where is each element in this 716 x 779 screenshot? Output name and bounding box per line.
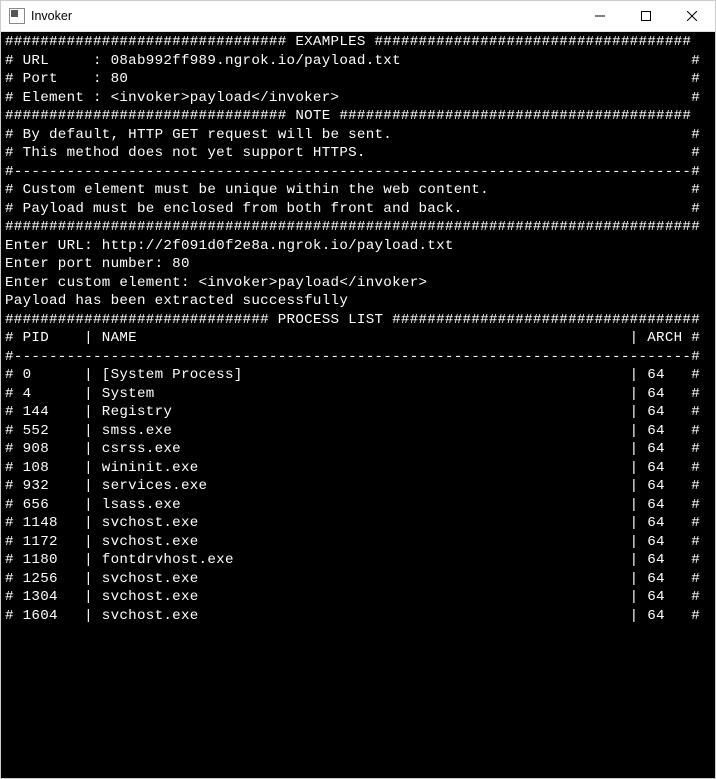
- terminal-line: Enter port number: 80: [5, 255, 715, 274]
- terminal-line: Payload has been extracted successfully: [5, 292, 715, 311]
- terminal-line: # 1148 | svchost.exe | 64 #: [5, 514, 715, 533]
- terminal-line: # 4 | System | 64 #: [5, 385, 715, 404]
- terminal-line: # 108 | wininit.exe | 64 #: [5, 459, 715, 478]
- app-icon: [9, 8, 25, 24]
- terminal-line: # 552 | smss.exe | 64 #: [5, 422, 715, 441]
- terminal-line: # 932 | services.exe | 64 #: [5, 477, 715, 496]
- terminal-line: # By default, HTTP GET request will be s…: [5, 126, 715, 145]
- close-icon: [687, 11, 697, 21]
- minimize-button[interactable]: [577, 1, 623, 32]
- terminal-line: # 144 | Registry | 64 #: [5, 403, 715, 422]
- terminal-line: # 1172 | svchost.exe | 64 #: [5, 533, 715, 552]
- terminal-line: ############################## PROCESS L…: [5, 311, 715, 330]
- window-title: Invoker: [31, 9, 72, 23]
- terminal-line: # Payload must be enclosed from both fro…: [5, 200, 715, 219]
- terminal-line: #---------------------------------------…: [5, 163, 715, 182]
- terminal-line: # URL : 08ab992ff989.ngrok.io/payload.tx…: [5, 52, 715, 71]
- terminal-line: # PID | NAME | ARCH #: [5, 329, 715, 348]
- terminal-line: #---------------------------------------…: [5, 348, 715, 367]
- close-button[interactable]: [669, 1, 715, 32]
- terminal-line: # Custom element must be unique within t…: [5, 181, 715, 200]
- maximize-button[interactable]: [623, 1, 669, 32]
- terminal-line: # 0 | [System Process] | 64 #: [5, 366, 715, 385]
- terminal-line: # Port : 80 #: [5, 70, 715, 89]
- terminal-line: ########################################…: [5, 218, 715, 237]
- terminal-line: # 1304 | svchost.exe | 64 #: [5, 588, 715, 607]
- terminal-line: Enter URL: http://2f091d0f2e8a.ngrok.io/…: [5, 237, 715, 256]
- terminal-line: Enter custom element: <invoker>payload</…: [5, 274, 715, 293]
- terminal-line: # 1180 | fontdrvhost.exe | 64 #: [5, 551, 715, 570]
- terminal-line: # 656 | lsass.exe | 64 #: [5, 496, 715, 515]
- terminal-line: ################################ NOTE ##…: [5, 107, 715, 126]
- terminal-line: # Element : <invoker>payload</invoker> #: [5, 89, 715, 108]
- maximize-icon: [641, 11, 651, 21]
- terminal-line: ################################ EXAMPLE…: [5, 33, 715, 52]
- terminal-line: # 1604 | svchost.exe | 64 #: [5, 607, 715, 626]
- terminal-line: # 1256 | svchost.exe | 64 #: [5, 570, 715, 589]
- terminal-line: # This method does not yet support HTTPS…: [5, 144, 715, 163]
- terminal-line: # 908 | csrss.exe | 64 #: [5, 440, 715, 459]
- terminal-output[interactable]: ################################ EXAMPLE…: [1, 32, 715, 778]
- titlebar[interactable]: Invoker: [1, 1, 715, 32]
- minimize-icon: [595, 11, 605, 21]
- app-window: Invoker ################################…: [0, 0, 716, 779]
